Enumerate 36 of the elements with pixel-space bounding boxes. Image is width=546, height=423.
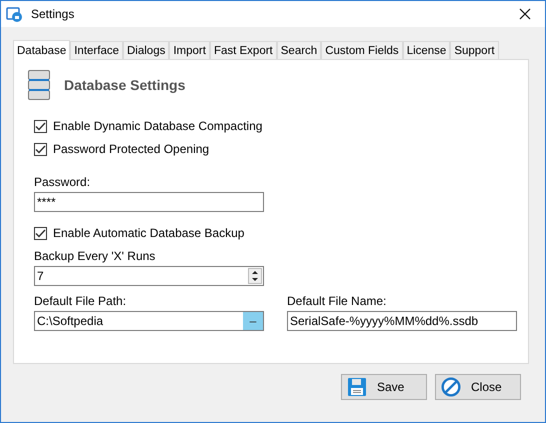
section-heading: Database Settings xyxy=(64,77,186,93)
check-icon xyxy=(35,144,46,154)
checkbox[interactable] xyxy=(34,142,47,156)
file-name-field[interactable]: SerialSafe-%yyyy%MM%dd%.ssdb xyxy=(287,311,517,331)
tab[interactable]: Custom Fields xyxy=(321,41,403,59)
tab[interactable]: Import xyxy=(169,41,210,59)
spin-arrows-icon xyxy=(248,268,262,284)
file-path-label: Default File Path: xyxy=(33,294,128,309)
prohibited-icon xyxy=(441,377,461,397)
file-name-label: Default File Name: xyxy=(286,294,388,309)
database-icon xyxy=(28,70,50,100)
tab[interactable]: Fast Export xyxy=(210,41,277,59)
check-icon xyxy=(35,122,46,130)
check-icon xyxy=(35,228,46,238)
save-button[interactable]: Save xyxy=(341,374,427,400)
tab[interactable]: Support xyxy=(450,41,499,59)
checkbox-label: Password Protected Opening xyxy=(53,142,210,156)
tab[interactable]: Dialogs xyxy=(122,41,170,59)
app-icon xyxy=(6,6,24,22)
checkbox-label: Enable Automatic Database Backup xyxy=(53,226,244,240)
file-path-field[interactable]: C:\Softpedia – xyxy=(34,311,264,331)
password-label: Password: xyxy=(33,175,92,190)
browse-button[interactable]: – xyxy=(243,312,263,330)
tab[interactable]: License xyxy=(402,41,450,59)
backup-runs-label: Backup Every 'X' Runs xyxy=(33,249,156,264)
backup-runs-spinner[interactable]: 7 xyxy=(34,266,264,286)
checkbox[interactable] xyxy=(34,226,47,240)
tab[interactable]: Search xyxy=(276,41,322,59)
tab[interactable]: Interface xyxy=(70,41,123,59)
tab[interactable]: Database xyxy=(13,40,70,60)
checkbox-label: Enable Dynamic Database Compacting xyxy=(53,119,262,133)
close-dialog-button[interactable]: Close xyxy=(435,374,521,400)
checkbox[interactable] xyxy=(34,120,47,132)
password-field[interactable]: **** xyxy=(34,192,264,212)
close-icon xyxy=(519,8,531,20)
window-title: Settings xyxy=(31,7,76,21)
